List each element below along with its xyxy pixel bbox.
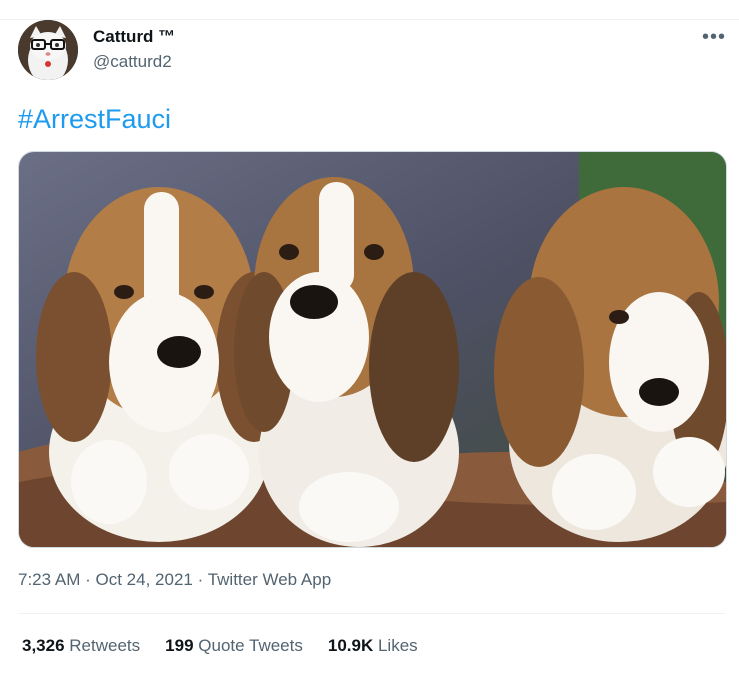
meta-separator: · xyxy=(85,570,91,589)
tweet-source-link[interactable]: Twitter Web App xyxy=(208,570,331,589)
likes-label: Likes xyxy=(377,636,418,655)
quote-tweets-stat[interactable]: 199 Quote Tweets xyxy=(165,636,303,656)
likes-stat[interactable]: 10.9K Likes xyxy=(328,636,418,656)
author-handle[interactable]: @catturd2 xyxy=(93,52,172,72)
puppies-photo-image xyxy=(19,152,726,547)
retweets-count: 3,326 xyxy=(22,636,65,655)
more-options-icon[interactable]: ••• xyxy=(702,26,726,49)
tweet-time: 7:23 AM xyxy=(18,570,81,589)
author-name[interactable]: Catturd ™ xyxy=(93,27,175,47)
tweet-time-link[interactable]: 7:23 AM · Oct 24, 2021 xyxy=(18,570,193,589)
quote-tweets-label: Quote Tweets xyxy=(198,636,303,655)
top-divider xyxy=(0,19,739,20)
retweets-stat[interactable]: 3,326 Retweets xyxy=(22,636,140,656)
tweet-date: Oct 24, 2021 xyxy=(95,570,193,589)
tweet-photo[interactable] xyxy=(18,151,727,548)
tweet-hashtag-link[interactable]: #ArrestFauci xyxy=(18,104,171,135)
stats-divider xyxy=(18,613,725,614)
retweets-label: Retweets xyxy=(69,636,141,655)
tweet-meta: 7:23 AM · Oct 24, 2021 · Twitter Web App xyxy=(18,570,331,590)
tweet-stats: 3,326 Retweets 199 Quote Tweets 10.9K Li… xyxy=(22,636,418,656)
meta-separator: · xyxy=(197,570,204,589)
avatar[interactable] xyxy=(18,20,78,80)
likes-count: 10.9K xyxy=(327,636,374,655)
quote-tweets-count: 199 xyxy=(165,636,194,655)
cat-avatar-icon xyxy=(18,20,78,80)
